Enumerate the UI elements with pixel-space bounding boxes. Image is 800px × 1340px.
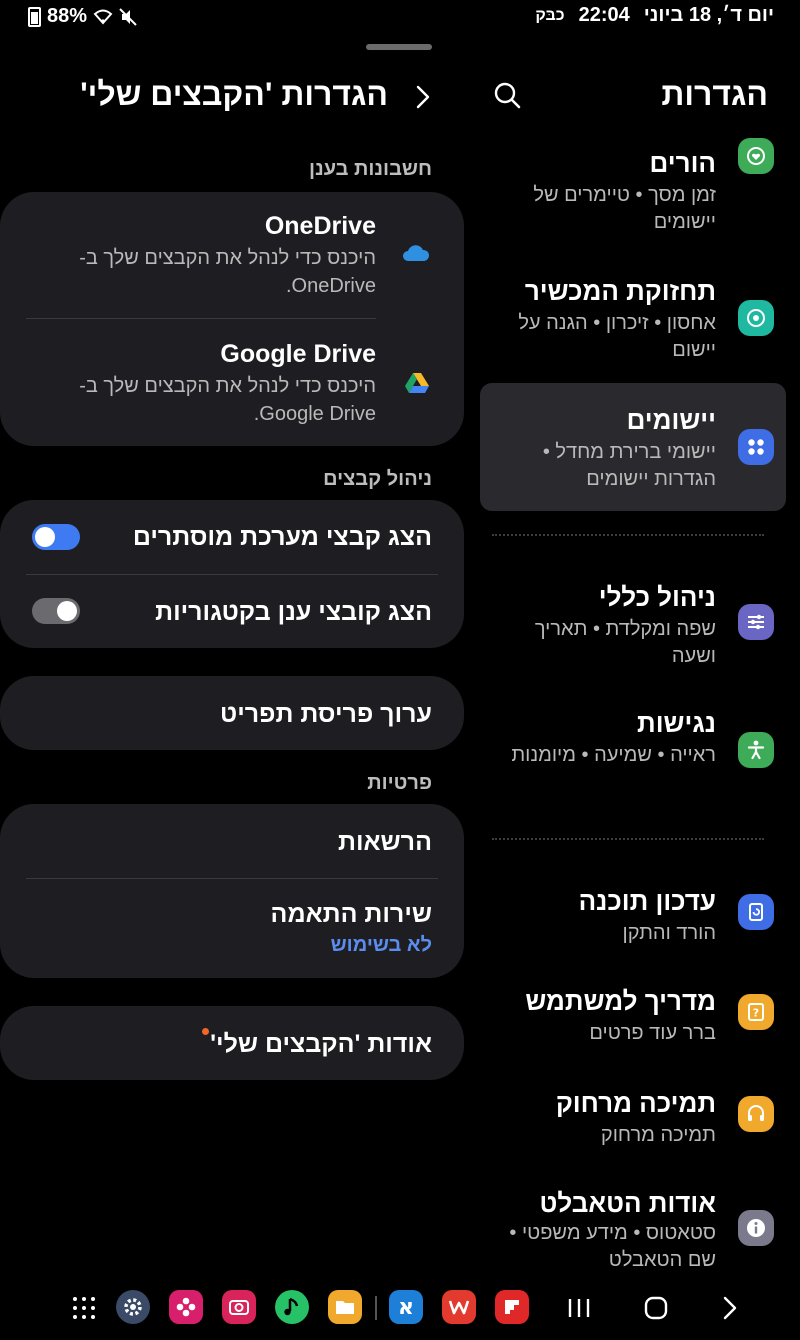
my-files-icon[interactable] bbox=[328, 1290, 362, 1324]
account-description: היכנס כדי לנהל את הקבצים שלך ב-Google Dr… bbox=[79, 375, 376, 425]
settings-item-remote-support[interactable]: תמיכה מרחוק תמיכה מרחוק bbox=[480, 1082, 786, 1154]
device-care-icon bbox=[738, 300, 774, 336]
svg-text:?: ? bbox=[753, 1007, 759, 1020]
settings-item-title: אודות הטאבלט bbox=[539, 1188, 716, 1218]
update-badge-dot bbox=[202, 1028, 209, 1035]
flipboard-icon[interactable] bbox=[495, 1290, 529, 1324]
section-label-file-management: ניהול קבצים bbox=[323, 468, 432, 490]
settings-icon[interactable] bbox=[116, 1290, 150, 1324]
permissions-row[interactable]: הרשאות bbox=[0, 804, 464, 878]
onedrive-icon bbox=[403, 245, 430, 261]
settings-item-subtitle: שפה ומקלדת • תאריך ושעה bbox=[534, 618, 716, 667]
settings-item-subtitle: תמיכה מרחוק bbox=[600, 1124, 716, 1146]
section-divider bbox=[492, 534, 764, 536]
settings-item-parents[interactable]: הורים זמן מסך • טיימרים של יישומים bbox=[480, 134, 786, 244]
headset-icon bbox=[738, 1096, 774, 1132]
search-icon[interactable] bbox=[490, 78, 524, 112]
settings-item-subtitle: זמן מסך • טיימרים של יישומים bbox=[533, 184, 716, 233]
camera-icon[interactable] bbox=[222, 1290, 256, 1324]
pane-drag-handle[interactable] bbox=[366, 44, 432, 50]
settings-item-subtitle: ראייה • שמיעה • מיומנות bbox=[511, 744, 716, 766]
settings-item-subtitle: אחסון • זיכרון • הגנה על יישום bbox=[518, 312, 716, 361]
settings-item-title: תחזוקת המכשיר bbox=[524, 276, 716, 306]
wifi-icon bbox=[93, 9, 113, 25]
heart-shield-icon bbox=[738, 138, 774, 174]
chevron-right-icon[interactable] bbox=[408, 82, 438, 112]
music-icon[interactable] bbox=[275, 1290, 309, 1324]
software-update-icon bbox=[738, 894, 774, 930]
show-hidden-files-label: הצג קבצי מערכת מוסתרים bbox=[132, 523, 432, 551]
alef-dictionary-icon[interactable]: א bbox=[389, 1290, 423, 1324]
toggle-knob bbox=[35, 527, 55, 547]
account-description: היכנס כדי לנהל את הקבצים שלך ב-OneDrive. bbox=[79, 247, 376, 297]
account-name: OneDrive bbox=[264, 212, 376, 240]
toggle-knob bbox=[57, 601, 77, 621]
show-hidden-files-toggle[interactable] bbox=[32, 524, 80, 550]
settings-item-title: מדריך למשתמש bbox=[525, 986, 716, 1016]
settings-item-general-management[interactable]: ניהול כללי שפה ומקלדת • תאריך ושעה bbox=[480, 578, 786, 678]
accessibility-icon bbox=[738, 732, 774, 768]
permissions-label: הרשאות bbox=[338, 828, 432, 856]
apps-drawer-icon[interactable] bbox=[70, 1294, 98, 1322]
google-drive-icon bbox=[405, 373, 429, 393]
dock-separator bbox=[375, 1296, 377, 1320]
edit-menu-layout-row[interactable]: ערוך פריסת תפריט bbox=[0, 676, 464, 750]
settings-item-device-care[interactable]: תחזוקת המכשיר אחסון • זיכרון • הגנה על י… bbox=[480, 270, 786, 370]
home-button[interactable] bbox=[642, 1294, 670, 1322]
edit-menu-layout-label: ערוך פריסת תפריט bbox=[220, 700, 432, 728]
section-divider bbox=[492, 838, 764, 840]
settings-item-title: נגישות bbox=[637, 708, 716, 738]
settings-item-subtitle: הורד והתקן bbox=[622, 922, 716, 944]
battery-icon bbox=[28, 6, 41, 27]
settings-item-title: עדכון תוכנה bbox=[578, 886, 716, 916]
settings-item-subtitle: סטאטוס • מידע משפטי • שם הטאבלט bbox=[509, 1222, 716, 1271]
settings-item-title: יישומים bbox=[626, 405, 716, 435]
recents-button[interactable] bbox=[566, 1296, 592, 1320]
wps-office-icon[interactable] bbox=[442, 1290, 476, 1324]
info-icon bbox=[738, 1210, 774, 1246]
show-cloud-files-row[interactable]: הצג קובצי ענן בקטגוריות bbox=[0, 574, 464, 648]
settings-item-title: ניהול כללי bbox=[598, 582, 716, 612]
section-label-privacy: פרטיות bbox=[367, 772, 432, 794]
settings-item-subtitle: ברר עוד פרטים bbox=[589, 1022, 716, 1044]
battery-level: 88% bbox=[47, 5, 88, 27]
settings-item-about-tablet[interactable]: אודות הטאבלט סטאטוס • מידע משפטי • שם הט… bbox=[480, 1184, 786, 1274]
settings-title: הגדרות bbox=[661, 76, 768, 112]
gallery-icon[interactable] bbox=[169, 1290, 203, 1324]
status-time: 22:04 bbox=[578, 4, 630, 26]
onedrive-account[interactable]: OneDrive היכנס כדי לנהל את הקבצים שלך ב-… bbox=[0, 192, 464, 318]
settings-item-title: תמיכה מרחוק bbox=[555, 1088, 716, 1118]
google-drive-account[interactable]: Google Drive היכנס כדי לנהל את הקבצים של… bbox=[0, 318, 464, 446]
account-name: Google Drive bbox=[220, 340, 376, 368]
settings-item-accessibility[interactable]: נגישות ראייה • שמיעה • מיומנות bbox=[480, 706, 786, 806]
mute-icon bbox=[119, 7, 137, 26]
user-manual-icon: ? bbox=[738, 994, 774, 1030]
page-title: הגדרות 'הקבצים שלי' bbox=[80, 76, 388, 112]
section-label-cloud: חשבונות בענן bbox=[309, 158, 432, 180]
settings-item-user-manual[interactable]: ? מדריך למשתמש ברר עוד פרטים bbox=[480, 980, 786, 1052]
sync-service-row[interactable]: שירות התאמה לא בשימוש bbox=[0, 878, 464, 978]
settings-item-title: הורים bbox=[649, 148, 716, 178]
settings-item-subtitle: יישומי ברירת מחדל • הגדרות יישומים bbox=[542, 441, 716, 490]
apps-grid-icon bbox=[738, 429, 774, 465]
about-my-files-row[interactable]: אודות 'הקבצים שלי' bbox=[0, 1006, 464, 1080]
sync-service-label: שירות התאמה bbox=[270, 900, 432, 928]
sliders-icon bbox=[738, 604, 774, 640]
sync-service-value: לא בשימוש bbox=[330, 934, 432, 956]
status-date: יום ד׳, 18 ביוני bbox=[643, 4, 774, 26]
show-cloud-files-label: הצג קובצי ענן בקטגוריות bbox=[155, 598, 432, 626]
settings-item-apps[interactable]: יישומים יישומי ברירת מחדל • הגדרות יישומ… bbox=[480, 383, 786, 511]
show-cloud-files-toggle[interactable] bbox=[32, 598, 80, 624]
show-hidden-files-row[interactable]: הצג קבצי מערכת מוסתרים bbox=[0, 500, 464, 574]
status-bar: 88% יום ד׳, 18 ביוני 22:04 כבּק bbox=[0, 0, 800, 32]
carrier-logo: כבּק bbox=[535, 6, 565, 24]
back-button[interactable] bbox=[718, 1294, 742, 1322]
about-my-files-label: אודות 'הקבצים שלי' bbox=[210, 1030, 432, 1058]
settings-item-software-update[interactable]: עדכון תוכנה הורד והתקן bbox=[480, 880, 786, 952]
